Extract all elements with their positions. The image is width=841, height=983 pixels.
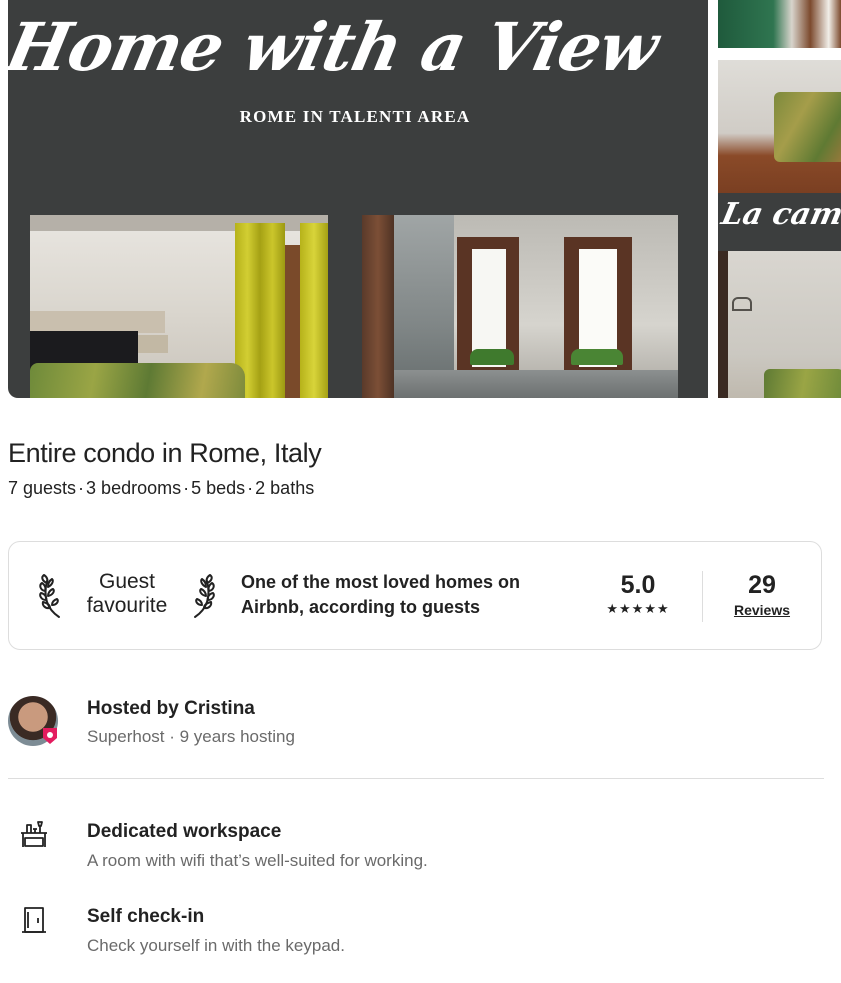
- rating-value: 5.0: [620, 571, 656, 599]
- card-divider: [702, 571, 703, 622]
- section-divider: [8, 778, 824, 779]
- window-view-photo: [362, 215, 678, 398]
- gallery-thumbnail-2[interactable]: [718, 60, 841, 193]
- photo-gallery: Home with a View ROME IN TALENTI AREA La…: [0, 0, 841, 398]
- reviews-count: 29: [748, 571, 776, 599]
- separator-dot: ·: [183, 478, 190, 498]
- gallery-thumbnail-4[interactable]: [718, 251, 841, 398]
- guest-favourite-label-line2: favourite: [86, 594, 168, 617]
- gallery-thumbnail-3[interactable]: La camera: [718, 193, 841, 251]
- guest-favourite-label: Guest favourite: [75, 570, 179, 618]
- host-subtitle: Superhost · 9 years hosting: [87, 727, 295, 746]
- bedrooms-count: 3 bedrooms: [86, 478, 182, 498]
- listing-title: Entire condo in Rome, Italy: [8, 438, 322, 468]
- workspace-desk-icon: [21, 821, 47, 847]
- highlight-workspace-description: A room with wifi that’s well-suited for …: [87, 851, 428, 870]
- rating-block: 5.0 ★★★★★: [592, 570, 684, 617]
- hero-photo-subtitle: ROME IN TALENTI AREA: [239, 107, 471, 126]
- laurel-right-icon: [194, 574, 215, 618]
- baths-count: 2 baths: [255, 478, 315, 498]
- listing-overview: 7 guests · 3 bedrooms · 5 beds · 2 baths: [8, 478, 314, 499]
- highlight-checkin-description: Check yourself in with the keypad.: [87, 936, 345, 955]
- door-keypad-icon: [22, 907, 46, 933]
- thumbnail-caption: La camera: [718, 197, 841, 232]
- main-listing-photo[interactable]: Home with a View ROME IN TALENTI AREA: [8, 0, 708, 398]
- guest-favourite-card[interactable]: Guest favourite One of the most loved ho…: [8, 541, 822, 650]
- reviews-block: 29 Reviews: [713, 570, 811, 620]
- beds-count: 5 beds: [191, 478, 246, 498]
- laurel-left-icon: [39, 574, 60, 618]
- highlight-workspace-title: Dedicated workspace: [87, 821, 282, 842]
- guest-favourite-description: One of the most loved homes on Airbnb, a…: [241, 572, 521, 617]
- separator-dot: ·: [78, 478, 85, 498]
- rating-stars: ★★★★★: [606, 601, 670, 616]
- guest-favourite-label-line1: Guest: [98, 570, 156, 593]
- gallery-thumbnail-1[interactable]: [718, 0, 841, 48]
- hero-photo-title: Home with a View: [8, 8, 665, 86]
- superhost-badge-icon: [43, 728, 57, 744]
- bedroom-photo: [30, 215, 328, 398]
- host-name: Hosted by Cristina: [87, 698, 255, 719]
- reviews-link[interactable]: Reviews: [734, 602, 790, 618]
- separator-dot: ·: [247, 478, 254, 498]
- highlight-checkin-title: Self check-in: [87, 906, 205, 927]
- guests-count: 7 guests: [8, 478, 77, 498]
